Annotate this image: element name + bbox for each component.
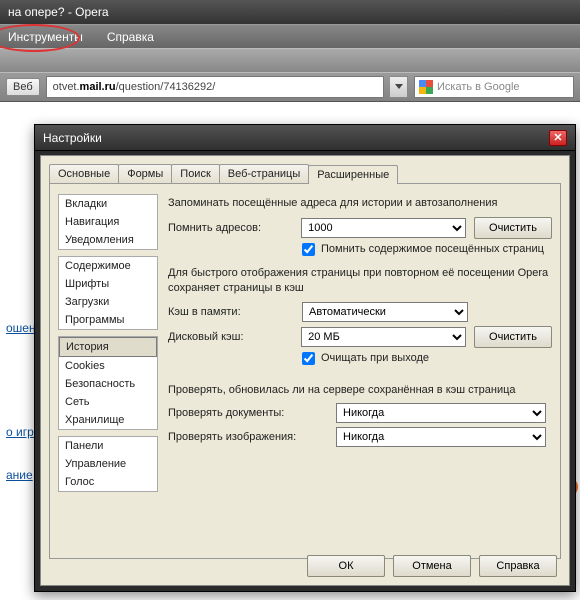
tab-advanced[interactable]: Расширенные — [308, 165, 398, 184]
check-docs-select[interactable]: Никогда — [336, 403, 546, 423]
tab-webpages[interactable]: Веб-страницы — [219, 164, 310, 183]
cat-notifications[interactable]: Уведомления — [59, 231, 157, 249]
menu-tools[interactable]: Инструменты — [8, 30, 83, 44]
tab-panel: Вкладки Навигация Уведомления Содержимое… — [49, 183, 561, 559]
clear-history-button[interactable]: Очистить — [474, 217, 552, 239]
menu-help[interactable]: Справка — [107, 30, 154, 44]
check-imgs-select[interactable]: Никогда — [336, 427, 546, 447]
tab-forms[interactable]: Формы — [118, 164, 172, 183]
settings-content: Запоминать посещённые адреса для истории… — [168, 192, 552, 550]
close-icon: ✕ — [553, 131, 562, 144]
remember-content-checkbox[interactable]: Помнить содержимое посещённых страниц — [302, 243, 544, 256]
addr-web-label[interactable]: Веб — [6, 78, 40, 96]
cat-management[interactable]: Управление — [59, 455, 157, 473]
check-docs-label: Проверять документы: — [168, 407, 328, 419]
dialog-title: Настройки — [43, 131, 102, 145]
cat-content[interactable]: Содержимое — [59, 257, 157, 275]
remember-select[interactable]: 1000 — [301, 218, 466, 238]
clear-on-exit-checkbox[interactable]: Очищать при выходе — [302, 352, 429, 365]
cat-navigation[interactable]: Навигация — [59, 213, 157, 231]
category-list: Вкладки Навигация Уведомления Содержимое… — [58, 194, 158, 498]
category-group: История Cookies Безопасность Сеть Хранил… — [58, 336, 158, 430]
check-imgs-label: Проверять изображения: — [168, 431, 328, 443]
cat-fonts[interactable]: Шрифты — [59, 275, 157, 293]
cat-security[interactable]: Безопасность — [59, 375, 157, 393]
category-group: Панели Управление Голос — [58, 436, 158, 492]
search-placeholder: Искать в Google — [437, 81, 520, 93]
url-input[interactable]: otvet.mail.ru/question/74136292/ — [46, 76, 384, 98]
remember-intro: Запоминать посещённые адреса для истории… — [168, 196, 552, 211]
cache-mem-label: Кэш в памяти: — [168, 306, 294, 318]
chevron-down-icon — [395, 84, 403, 90]
tab-search[interactable]: Поиск — [171, 164, 219, 183]
url-dropdown[interactable] — [390, 76, 408, 98]
tab-strip: Основные Формы Поиск Веб-страницы Расшир… — [41, 156, 569, 183]
google-icon — [419, 80, 433, 94]
clear-cache-button[interactable]: Очистить — [474, 326, 552, 348]
cache-mem-select[interactable]: Автоматически — [302, 302, 468, 322]
category-group: Вкладки Навигация Уведомления — [58, 194, 158, 250]
window-titlebar: на опере? - Opera — [0, 0, 580, 24]
disk-cache-select[interactable]: 20 МБ — [301, 327, 466, 347]
window-title: на опере? - Opera — [8, 5, 109, 19]
dialog-titlebar: Настройки ✕ — [35, 125, 575, 151]
cat-history[interactable]: История — [59, 337, 157, 357]
settings-dialog: Настройки ✕ Основные Формы Поиск Веб-стр… — [34, 124, 576, 592]
menubar: Инструменты Справка — [0, 24, 580, 48]
remember-label: Помнить адресов: — [168, 222, 293, 234]
cat-panels[interactable]: Панели — [59, 437, 157, 455]
category-group: Содержимое Шрифты Загрузки Программы — [58, 256, 158, 330]
address-bar: Веб otvet.mail.ru/question/74136292/ Иск… — [0, 72, 580, 102]
checkbox-input[interactable] — [302, 243, 315, 256]
cancel-button[interactable]: Отмена — [393, 555, 471, 577]
cat-voice[interactable]: Голос — [59, 473, 157, 491]
cat-network[interactable]: Сеть — [59, 393, 157, 411]
close-button[interactable]: ✕ — [549, 130, 567, 146]
help-button[interactable]: Справка — [479, 555, 557, 577]
dialog-button-row: ОК Отмена Справка — [307, 555, 557, 577]
tab-basic[interactable]: Основные — [49, 164, 119, 183]
search-box[interactable]: Искать в Google — [414, 76, 574, 98]
dialog-body: Основные Формы Поиск Веб-страницы Расшир… — [40, 155, 570, 586]
cat-tabs[interactable]: Вкладки — [59, 195, 157, 213]
cat-storage[interactable]: Хранилище — [59, 411, 157, 429]
cache-intro: Для быстрого отображения страницы при по… — [168, 266, 552, 296]
disk-cache-label: Дисковый кэш: — [168, 331, 293, 343]
toolbar — [0, 48, 580, 72]
cat-programs[interactable]: Программы — [59, 311, 157, 329]
cat-cookies[interactable]: Cookies — [59, 357, 157, 375]
check-intro: Проверять, обновилась ли на сервере сохр… — [168, 383, 552, 398]
cat-downloads[interactable]: Загрузки — [59, 293, 157, 311]
checkbox-input[interactable] — [302, 352, 315, 365]
ok-button[interactable]: ОК — [307, 555, 385, 577]
